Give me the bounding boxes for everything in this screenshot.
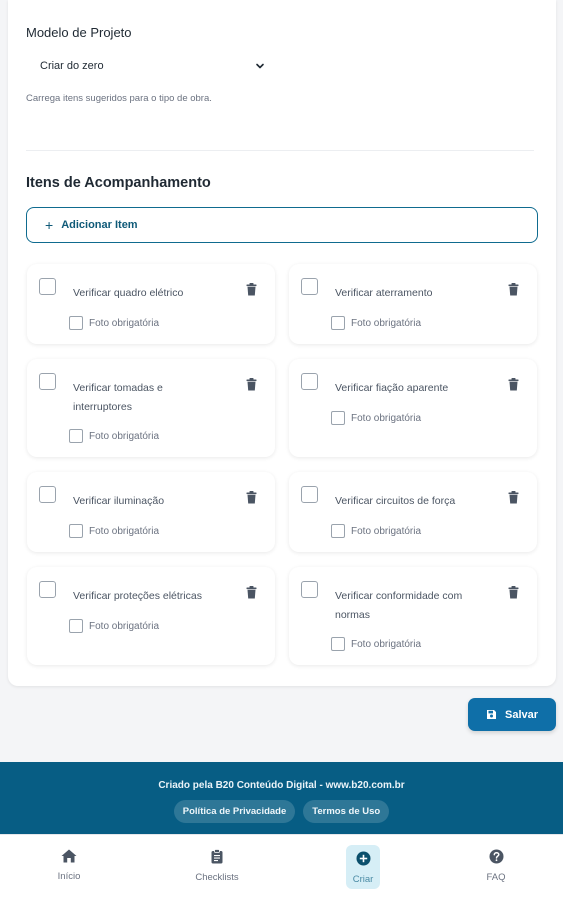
trash-icon[interactable] bbox=[246, 378, 257, 391]
trash-icon[interactable] bbox=[508, 378, 519, 391]
photo-required-label: Foto obrigatória bbox=[351, 412, 422, 424]
checklist-item-card: Verificar circuitos de força Foto obriga… bbox=[289, 472, 537, 552]
question-circle-icon bbox=[489, 849, 503, 864]
photo-required-checkbox[interactable] bbox=[331, 637, 345, 651]
item-checkbox[interactable] bbox=[301, 581, 318, 598]
checklist-item-card: Verificar conformidade com normas Foto o… bbox=[289, 567, 537, 665]
chevron-down-icon bbox=[256, 63, 264, 69]
trash-icon[interactable] bbox=[508, 586, 519, 599]
project-model-selected-value: Criar do zero bbox=[40, 60, 104, 72]
nav-item-faq[interactable]: FAQ bbox=[461, 849, 531, 883]
item-checkbox[interactable] bbox=[39, 581, 56, 598]
photo-required-label: Foto obrigatória bbox=[89, 525, 160, 537]
photo-required-label: Foto obrigatória bbox=[89, 430, 160, 442]
photo-required-label: Foto obrigatória bbox=[351, 638, 422, 650]
photo-required-option[interactable]: Foto obrigatória bbox=[331, 524, 421, 538]
item-checkbox[interactable] bbox=[39, 486, 56, 503]
nav-item-create[interactable]: Criar bbox=[346, 845, 380, 889]
photo-required-checkbox[interactable] bbox=[331, 524, 345, 538]
plus-circle-icon bbox=[356, 851, 370, 866]
footer-links: Política de Privacidade Termos de Uso bbox=[0, 800, 563, 823]
nav-label-home: Início bbox=[57, 871, 81, 882]
photo-required-checkbox[interactable] bbox=[331, 411, 345, 425]
project-form-card: Modelo de Projeto Criar do zero Carrega … bbox=[8, 0, 556, 686]
photo-required-label: Foto obrigatória bbox=[89, 317, 160, 329]
save-button-label: Salvar bbox=[504, 708, 539, 721]
item-text[interactable]: Verificar conformidade com normas bbox=[335, 587, 485, 625]
trash-icon[interactable] bbox=[246, 283, 257, 296]
photo-required-option[interactable]: Foto obrigatória bbox=[331, 411, 421, 425]
photo-required-option[interactable]: Foto obrigatória bbox=[331, 637, 421, 651]
photo-required-checkbox[interactable] bbox=[69, 619, 83, 633]
save-icon bbox=[486, 710, 496, 719]
bottom-navigation: Início Checklists Criar FAQ bbox=[0, 834, 563, 900]
item-text[interactable]: Verificar iluminação bbox=[73, 492, 223, 511]
nav-label-checklists: Checklists bbox=[195, 872, 239, 883]
item-text[interactable]: Verificar tomadas e interruptores bbox=[73, 379, 223, 417]
photo-required-label: Foto obrigatória bbox=[89, 620, 160, 632]
item-text[interactable]: Verificar aterramento bbox=[335, 284, 485, 303]
item-checkbox[interactable] bbox=[39, 373, 56, 390]
item-checkbox[interactable] bbox=[301, 278, 318, 295]
nav-item-home[interactable]: Início bbox=[34, 849, 104, 882]
photo-required-option[interactable]: Foto obrigatória bbox=[69, 524, 159, 538]
checklist-item-card: Verificar tomadas e interruptores Foto o… bbox=[27, 359, 275, 457]
home-icon bbox=[61, 849, 77, 863]
photo-required-option[interactable]: Foto obrigatória bbox=[331, 316, 421, 330]
plus-icon: + bbox=[45, 217, 54, 233]
photo-required-label: Foto obrigatória bbox=[351, 317, 422, 329]
nav-label-create: Criar bbox=[352, 874, 374, 885]
section-divider bbox=[26, 150, 534, 151]
item-text[interactable]: Verificar proteções elétricas bbox=[73, 587, 223, 606]
photo-required-label: Foto obrigatória bbox=[351, 525, 422, 537]
photo-required-option[interactable]: Foto obrigatória bbox=[69, 429, 159, 443]
item-checkbox[interactable] bbox=[301, 486, 318, 503]
photo-required-checkbox[interactable] bbox=[69, 429, 83, 443]
trash-icon[interactable] bbox=[508, 283, 519, 296]
add-item-button-label: Adicionar Item bbox=[61, 219, 138, 231]
checklist-item-card: Verificar iluminação Foto obrigatória bbox=[27, 472, 275, 552]
checklist-item-card: Verificar quadro elétrico Foto obrigatór… bbox=[27, 264, 275, 344]
trash-icon[interactable] bbox=[246, 491, 257, 504]
item-text[interactable]: Verificar fiação aparente bbox=[335, 379, 485, 398]
photo-required-option[interactable]: Foto obrigatória bbox=[69, 619, 159, 633]
footer: Criado pela B20 Conteúdo Digital - www.b… bbox=[0, 762, 563, 834]
photo-required-checkbox[interactable] bbox=[69, 316, 83, 330]
add-item-button[interactable]: + Adicionar Item bbox=[26, 207, 538, 243]
item-text[interactable]: Verificar quadro elétrico bbox=[73, 284, 223, 303]
project-model-help-text: Carrega itens sugeridos para o tipo de o… bbox=[26, 93, 212, 104]
checklist-item-card: Verificar fiação aparente Foto obrigatór… bbox=[289, 359, 537, 457]
items-section-title: Itens de Acompanhamento bbox=[26, 175, 211, 191]
item-checkbox[interactable] bbox=[39, 278, 56, 295]
nav-label-faq: FAQ bbox=[486, 872, 506, 883]
privacy-policy-link[interactable]: Política de Privacidade bbox=[173, 800, 296, 823]
checklist-item-card: Verificar aterramento Foto obrigatória bbox=[289, 264, 537, 344]
footer-credit: Criado pela B20 Conteúdo Digital - www.b… bbox=[158, 780, 405, 791]
photo-required-option[interactable]: Foto obrigatória bbox=[69, 316, 159, 330]
save-button[interactable]: Salvar bbox=[468, 698, 556, 731]
trash-icon[interactable] bbox=[508, 491, 519, 504]
project-model-select[interactable]: Criar do zero bbox=[26, 50, 270, 82]
terms-of-use-link[interactable]: Termos de Uso bbox=[303, 800, 390, 823]
checklist-item-card: Verificar proteções elétricas Foto obrig… bbox=[27, 567, 275, 665]
item-checkbox[interactable] bbox=[301, 373, 318, 390]
photo-required-checkbox[interactable] bbox=[69, 524, 83, 538]
trash-icon[interactable] bbox=[246, 586, 257, 599]
item-text[interactable]: Verificar circuitos de força bbox=[335, 492, 485, 511]
photo-required-checkbox[interactable] bbox=[331, 316, 345, 330]
project-model-label: Modelo de Projeto bbox=[26, 25, 132, 40]
nav-item-checklists[interactable]: Checklists bbox=[182, 849, 252, 883]
clipboard-icon bbox=[211, 849, 223, 864]
